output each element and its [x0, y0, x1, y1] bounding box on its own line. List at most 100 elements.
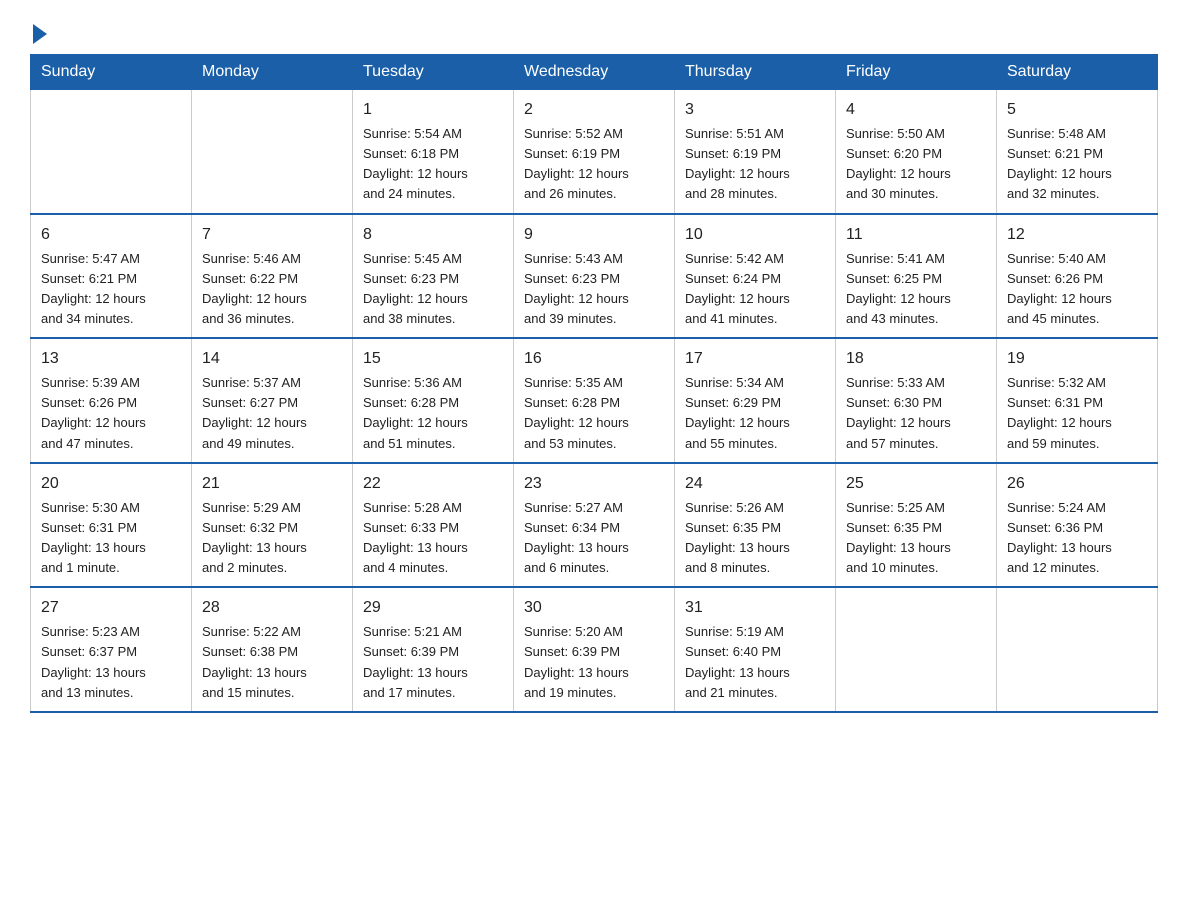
weekday-header-wednesday: Wednesday [514, 55, 675, 90]
day-info: Sunrise: 5:27 AM Sunset: 6:34 PM Dayligh… [524, 498, 664, 579]
day-info: Sunrise: 5:37 AM Sunset: 6:27 PM Dayligh… [202, 373, 342, 454]
day-info: Sunrise: 5:47 AM Sunset: 6:21 PM Dayligh… [41, 249, 181, 330]
calendar-cell: 14Sunrise: 5:37 AM Sunset: 6:27 PM Dayli… [192, 338, 353, 463]
calendar-cell: 4Sunrise: 5:50 AM Sunset: 6:20 PM Daylig… [836, 90, 997, 214]
weekday-header-thursday: Thursday [675, 55, 836, 90]
day-info: Sunrise: 5:22 AM Sunset: 6:38 PM Dayligh… [202, 622, 342, 703]
calendar-cell: 2Sunrise: 5:52 AM Sunset: 6:19 PM Daylig… [514, 90, 675, 214]
day-info: Sunrise: 5:33 AM Sunset: 6:30 PM Dayligh… [846, 373, 986, 454]
day-number: 22 [363, 472, 503, 496]
day-number: 14 [202, 347, 342, 371]
calendar-cell: 19Sunrise: 5:32 AM Sunset: 6:31 PM Dayli… [997, 338, 1158, 463]
logo-arrow-icon [33, 24, 47, 44]
day-number: 25 [846, 472, 986, 496]
day-number: 4 [846, 98, 986, 122]
weekday-header-row: SundayMondayTuesdayWednesdayThursdayFrid… [31, 55, 1158, 90]
day-info: Sunrise: 5:23 AM Sunset: 6:37 PM Dayligh… [41, 622, 181, 703]
logo [30, 20, 47, 44]
calendar-cell: 6Sunrise: 5:47 AM Sunset: 6:21 PM Daylig… [31, 214, 192, 339]
day-info: Sunrise: 5:39 AM Sunset: 6:26 PM Dayligh… [41, 373, 181, 454]
calendar-cell: 9Sunrise: 5:43 AM Sunset: 6:23 PM Daylig… [514, 214, 675, 339]
weekday-header-tuesday: Tuesday [353, 55, 514, 90]
day-number: 2 [524, 98, 664, 122]
day-number: 17 [685, 347, 825, 371]
calendar-cell: 7Sunrise: 5:46 AM Sunset: 6:22 PM Daylig… [192, 214, 353, 339]
day-info: Sunrise: 5:28 AM Sunset: 6:33 PM Dayligh… [363, 498, 503, 579]
day-number: 16 [524, 347, 664, 371]
day-info: Sunrise: 5:41 AM Sunset: 6:25 PM Dayligh… [846, 249, 986, 330]
day-info: Sunrise: 5:48 AM Sunset: 6:21 PM Dayligh… [1007, 124, 1147, 205]
day-number: 27 [41, 596, 181, 620]
calendar-cell: 5Sunrise: 5:48 AM Sunset: 6:21 PM Daylig… [997, 90, 1158, 214]
calendar-cell: 8Sunrise: 5:45 AM Sunset: 6:23 PM Daylig… [353, 214, 514, 339]
day-number: 19 [1007, 347, 1147, 371]
day-number: 9 [524, 223, 664, 247]
day-number: 28 [202, 596, 342, 620]
calendar-week-row: 13Sunrise: 5:39 AM Sunset: 6:26 PM Dayli… [31, 338, 1158, 463]
weekday-header-sunday: Sunday [31, 55, 192, 90]
day-number: 31 [685, 596, 825, 620]
calendar-cell: 31Sunrise: 5:19 AM Sunset: 6:40 PM Dayli… [675, 587, 836, 712]
calendar-cell: 13Sunrise: 5:39 AM Sunset: 6:26 PM Dayli… [31, 338, 192, 463]
day-number: 13 [41, 347, 181, 371]
day-number: 11 [846, 223, 986, 247]
page-header [30, 20, 1158, 44]
day-number: 6 [41, 223, 181, 247]
day-number: 8 [363, 223, 503, 247]
calendar-cell: 30Sunrise: 5:20 AM Sunset: 6:39 PM Dayli… [514, 587, 675, 712]
calendar-cell: 27Sunrise: 5:23 AM Sunset: 6:37 PM Dayli… [31, 587, 192, 712]
day-info: Sunrise: 5:52 AM Sunset: 6:19 PM Dayligh… [524, 124, 664, 205]
day-info: Sunrise: 5:34 AM Sunset: 6:29 PM Dayligh… [685, 373, 825, 454]
calendar-week-row: 1Sunrise: 5:54 AM Sunset: 6:18 PM Daylig… [31, 90, 1158, 214]
calendar-cell: 28Sunrise: 5:22 AM Sunset: 6:38 PM Dayli… [192, 587, 353, 712]
calendar-cell: 17Sunrise: 5:34 AM Sunset: 6:29 PM Dayli… [675, 338, 836, 463]
day-info: Sunrise: 5:42 AM Sunset: 6:24 PM Dayligh… [685, 249, 825, 330]
day-info: Sunrise: 5:26 AM Sunset: 6:35 PM Dayligh… [685, 498, 825, 579]
day-info: Sunrise: 5:24 AM Sunset: 6:36 PM Dayligh… [1007, 498, 1147, 579]
day-info: Sunrise: 5:54 AM Sunset: 6:18 PM Dayligh… [363, 124, 503, 205]
calendar-cell: 12Sunrise: 5:40 AM Sunset: 6:26 PM Dayli… [997, 214, 1158, 339]
day-info: Sunrise: 5:50 AM Sunset: 6:20 PM Dayligh… [846, 124, 986, 205]
day-number: 24 [685, 472, 825, 496]
calendar-cell: 21Sunrise: 5:29 AM Sunset: 6:32 PM Dayli… [192, 463, 353, 588]
day-number: 29 [363, 596, 503, 620]
calendar-cell: 15Sunrise: 5:36 AM Sunset: 6:28 PM Dayli… [353, 338, 514, 463]
calendar-cell: 20Sunrise: 5:30 AM Sunset: 6:31 PM Dayli… [31, 463, 192, 588]
day-info: Sunrise: 5:25 AM Sunset: 6:35 PM Dayligh… [846, 498, 986, 579]
calendar-cell [836, 587, 997, 712]
day-info: Sunrise: 5:43 AM Sunset: 6:23 PM Dayligh… [524, 249, 664, 330]
calendar-cell: 10Sunrise: 5:42 AM Sunset: 6:24 PM Dayli… [675, 214, 836, 339]
day-number: 30 [524, 596, 664, 620]
day-info: Sunrise: 5:21 AM Sunset: 6:39 PM Dayligh… [363, 622, 503, 703]
day-number: 21 [202, 472, 342, 496]
calendar-cell: 22Sunrise: 5:28 AM Sunset: 6:33 PM Dayli… [353, 463, 514, 588]
day-info: Sunrise: 5:29 AM Sunset: 6:32 PM Dayligh… [202, 498, 342, 579]
day-info: Sunrise: 5:35 AM Sunset: 6:28 PM Dayligh… [524, 373, 664, 454]
day-info: Sunrise: 5:40 AM Sunset: 6:26 PM Dayligh… [1007, 249, 1147, 330]
calendar-week-row: 20Sunrise: 5:30 AM Sunset: 6:31 PM Dayli… [31, 463, 1158, 588]
weekday-header-monday: Monday [192, 55, 353, 90]
day-number: 15 [363, 347, 503, 371]
calendar-cell: 18Sunrise: 5:33 AM Sunset: 6:30 PM Dayli… [836, 338, 997, 463]
weekday-header-saturday: Saturday [997, 55, 1158, 90]
day-number: 20 [41, 472, 181, 496]
calendar-week-row: 27Sunrise: 5:23 AM Sunset: 6:37 PM Dayli… [31, 587, 1158, 712]
calendar-cell: 11Sunrise: 5:41 AM Sunset: 6:25 PM Dayli… [836, 214, 997, 339]
calendar-week-row: 6Sunrise: 5:47 AM Sunset: 6:21 PM Daylig… [31, 214, 1158, 339]
day-info: Sunrise: 5:20 AM Sunset: 6:39 PM Dayligh… [524, 622, 664, 703]
day-number: 7 [202, 223, 342, 247]
calendar-cell: 23Sunrise: 5:27 AM Sunset: 6:34 PM Dayli… [514, 463, 675, 588]
calendar-cell: 1Sunrise: 5:54 AM Sunset: 6:18 PM Daylig… [353, 90, 514, 214]
calendar-cell: 29Sunrise: 5:21 AM Sunset: 6:39 PM Dayli… [353, 587, 514, 712]
day-number: 26 [1007, 472, 1147, 496]
calendar-cell [997, 587, 1158, 712]
day-info: Sunrise: 5:46 AM Sunset: 6:22 PM Dayligh… [202, 249, 342, 330]
calendar-table: SundayMondayTuesdayWednesdayThursdayFrid… [30, 54, 1158, 713]
day-info: Sunrise: 5:45 AM Sunset: 6:23 PM Dayligh… [363, 249, 503, 330]
calendar-cell: 24Sunrise: 5:26 AM Sunset: 6:35 PM Dayli… [675, 463, 836, 588]
calendar-cell [31, 90, 192, 214]
day-number: 1 [363, 98, 503, 122]
day-number: 18 [846, 347, 986, 371]
day-number: 23 [524, 472, 664, 496]
calendar-cell: 25Sunrise: 5:25 AM Sunset: 6:35 PM Dayli… [836, 463, 997, 588]
